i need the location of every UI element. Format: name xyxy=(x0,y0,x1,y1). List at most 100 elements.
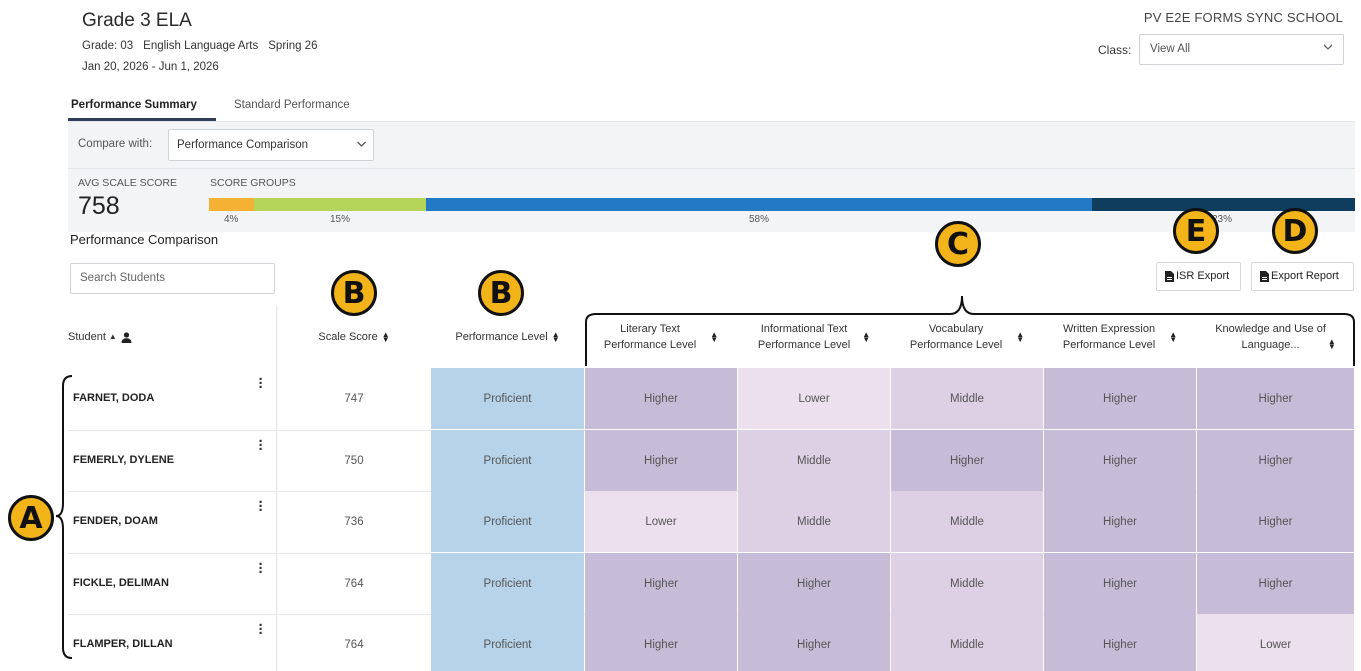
student-header-label: Student xyxy=(68,331,106,343)
column-header-performance-level[interactable]: Performance Level ▲ ▼ xyxy=(431,306,584,368)
standard-level-cell: Middle xyxy=(738,430,890,491)
performance-level-cell: Proficient xyxy=(431,368,584,429)
student-name[interactable]: FENDER, DOAM xyxy=(73,515,158,527)
tab-performance-summary[interactable]: Performance Summary xyxy=(71,99,197,111)
student-name[interactable]: FICKLE, DELIMAN xyxy=(73,577,169,589)
callout-d: D xyxy=(1272,208,1318,254)
standard-level-cell: Higher xyxy=(1197,553,1354,614)
isr-export-button[interactable]: ISR Export xyxy=(1156,262,1241,291)
panel-divider xyxy=(68,168,1355,169)
class-label: Class: xyxy=(1098,43,1132,57)
standard-level-cell: Lower xyxy=(738,368,890,429)
compare-select-value: Performance Comparison xyxy=(177,139,309,151)
sort-icon: ▲ ▼ xyxy=(710,330,719,344)
score-group-pct-2: 15% xyxy=(330,214,351,225)
class-select-value: View All xyxy=(1150,43,1191,55)
column-header-knowledge-language[interactable]: Knowledge and Use of Language... ▲ ▼ xyxy=(1197,306,1354,368)
search-input[interactable]: Search Students xyxy=(70,263,275,294)
page-title: Grade 3 ELA xyxy=(82,10,192,31)
vocabulary-header-line2: Performance Level xyxy=(909,339,1003,351)
score-group-bar-4 xyxy=(1092,198,1355,211)
more-options-icon[interactable]: · · · xyxy=(256,495,266,518)
standard-level-cell: Higher xyxy=(1044,614,1196,671)
scale-score-header-label: Scale Score xyxy=(318,331,378,343)
column-header-written-expression[interactable]: Written Expression Performance Level ▲ ▼ xyxy=(1044,306,1196,368)
callout-b-scale-score: B xyxy=(331,270,377,316)
informational-header-line2: Performance Level xyxy=(757,339,851,351)
scale-score-cell: 764 xyxy=(344,578,364,590)
literary-header-line2: Performance Level xyxy=(603,339,697,351)
file-icon xyxy=(1165,271,1174,282)
performance-level-cell: Proficient xyxy=(431,430,584,491)
sort-icon: ▲ ▼ xyxy=(1327,337,1336,351)
section-title: Performance Comparison xyxy=(70,232,219,247)
student-name[interactable]: FARNET, DODA xyxy=(73,392,154,404)
standard-level-cell: Higher xyxy=(738,614,890,671)
standard-level-cell: Higher xyxy=(1044,430,1196,491)
assessment-meta: Grade: 03 English Language Arts Spring 26 xyxy=(82,40,327,52)
column-header-informational-text[interactable]: Informational Text Performance Level ▲ ▼ xyxy=(738,306,890,368)
more-options-icon[interactable]: · · · xyxy=(256,618,266,641)
tab-standard-performance[interactable]: Standard Performance xyxy=(234,99,350,111)
scale-score-cell: 747 xyxy=(344,393,364,405)
student-name[interactable]: FLAMPER, DILLAN xyxy=(73,638,173,650)
scale-score-cell: 764 xyxy=(344,639,364,651)
standard-level-cell: Higher xyxy=(585,368,737,429)
avg-scale-score-label: AVG SCALE SCORE xyxy=(78,177,178,189)
standard-level-cell: Higher xyxy=(738,553,890,614)
bracket-a xyxy=(55,375,73,659)
more-options-icon[interactable]: · · · xyxy=(256,372,266,395)
literary-header-line1: Literary Text xyxy=(620,323,680,335)
column-header-student[interactable]: Student ▲ xyxy=(68,306,228,368)
school-name: PV E2E FORMS SYNC SCHOOL xyxy=(1143,10,1343,25)
sort-icon: ▲ ▼ xyxy=(381,330,390,344)
standard-level-cell: Higher xyxy=(891,430,1043,491)
export-report-label: Export Report xyxy=(1271,270,1339,282)
student-name[interactable]: FEMERLY, DYLENE xyxy=(73,454,174,466)
standard-level-cell: Lower xyxy=(1197,614,1354,671)
sort-icon: ▲ ▼ xyxy=(1169,330,1178,344)
export-report-button[interactable]: Export Report xyxy=(1251,262,1354,291)
callout-e: E xyxy=(1173,208,1219,254)
callout-b-performance-level: B xyxy=(478,270,524,316)
standard-level-cell: Higher xyxy=(1197,430,1354,491)
knowledge-header-line2: Language... xyxy=(1241,339,1300,351)
score-group-pct-3: 58% xyxy=(749,214,770,225)
sort-icon: ▲ ▼ xyxy=(862,330,871,344)
sort-up-icon: ▲ xyxy=(108,332,117,341)
more-options-icon[interactable]: · · · xyxy=(256,434,266,457)
standard-level-cell: Middle xyxy=(891,491,1043,552)
callout-c: C xyxy=(935,221,981,267)
column-header-literary-text[interactable]: Literary Text Performance Level ▲ ▼ xyxy=(585,306,737,368)
standard-level-cell: Higher xyxy=(585,430,737,491)
standard-level-cell: Higher xyxy=(1044,368,1196,429)
standard-level-cell: Higher xyxy=(1197,491,1354,552)
performance-level-cell: Proficient xyxy=(431,491,584,552)
column-header-vocabulary[interactable]: Vocabulary Performance Level ▲ ▼ xyxy=(891,306,1043,368)
written-header-line2: Performance Level xyxy=(1062,339,1156,351)
written-header-line1: Written Expression xyxy=(1062,323,1156,335)
score-group-bar-1 xyxy=(209,198,254,211)
person-icon xyxy=(121,331,132,343)
avg-scale-score-value: 758 xyxy=(78,192,120,220)
scale-score-cell: 750 xyxy=(344,455,364,467)
compare-label: Compare with: xyxy=(78,138,153,150)
frozen-column-shadow xyxy=(276,306,278,671)
file-icon xyxy=(1260,271,1269,282)
performance-level-cell: Proficient xyxy=(431,614,584,671)
standard-level-cell: Higher xyxy=(1044,553,1196,614)
score-group-bar-2 xyxy=(254,198,426,211)
chevron-down-icon xyxy=(1323,44,1333,50)
more-options-icon[interactable]: · · · xyxy=(256,557,266,580)
standard-level-cell: Higher xyxy=(585,553,737,614)
sort-icon: ▲ ▼ xyxy=(551,330,560,344)
score-group-pct-1: 4% xyxy=(224,214,239,225)
knowledge-header-line1: Knowledge and Use of xyxy=(1215,323,1326,335)
compare-select[interactable]: Performance Comparison xyxy=(168,129,374,161)
performance-level-header-label: Performance Level xyxy=(455,331,548,343)
informational-header-line1: Informational Text xyxy=(760,323,848,335)
subject-text: English Language Arts xyxy=(143,40,259,52)
score-groups-label: SCORE GROUPS xyxy=(210,177,296,189)
class-select[interactable]: View All xyxy=(1139,34,1344,65)
isr-export-label: ISR Export xyxy=(1176,270,1230,282)
